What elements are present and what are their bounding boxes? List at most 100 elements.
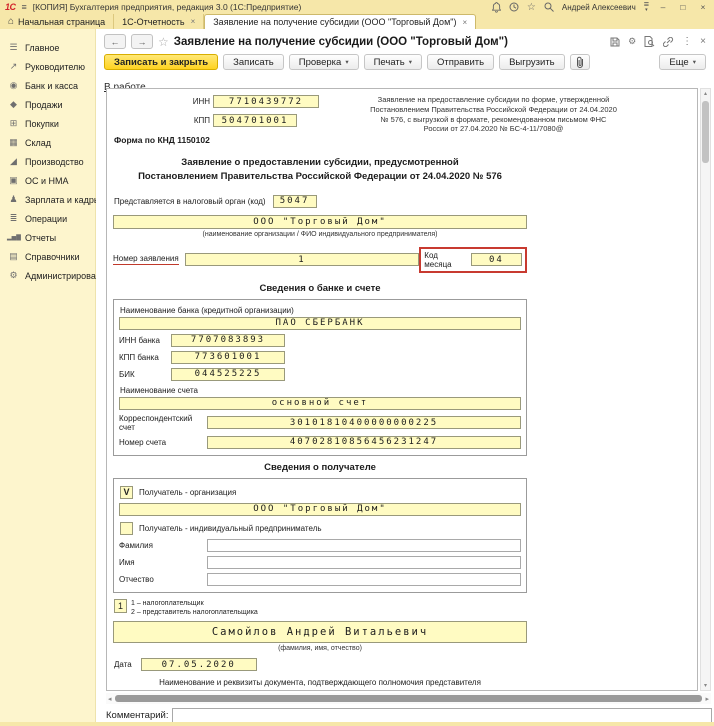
sidebar-item-directories[interactable]: ▤Справочники — [0, 247, 95, 266]
preview-icon[interactable] — [644, 36, 655, 47]
bank-icon: ◉ — [7, 80, 20, 91]
attachments-button[interactable] — [570, 54, 590, 70]
correspondent-account-field[interactable]: 30101810400000000225 — [207, 416, 521, 429]
lastname-field[interactable] — [207, 539, 521, 552]
forward-button[interactable]: → — [131, 34, 153, 49]
service-menu-icon[interactable]: ≡▾ — [644, 1, 649, 13]
save-icon[interactable] — [610, 37, 620, 47]
signer-name-value: Самойлов Андрей Витальевич — [212, 626, 428, 638]
bank-kpp-field[interactable]: 773601001 — [171, 351, 285, 364]
account-name-label: Наименование счета — [120, 386, 521, 395]
back-button[interactable]: ← — [104, 34, 126, 49]
inn-label: ИНН — [113, 97, 213, 106]
scroll-left-icon[interactable]: ◂ — [108, 695, 112, 703]
account-number-field[interactable]: 40702810856456231247 — [207, 436, 521, 449]
representative-document-field[interactable] — [113, 690, 527, 691]
settings-gear-icon[interactable]: ⚙ — [628, 36, 636, 47]
sidebar-item-fixed-assets[interactable]: ▣ОС и НМА — [0, 171, 95, 190]
sidebar-item-bank-cash[interactable]: ◉ Банк и касса — [0, 76, 95, 95]
organization-name-field[interactable]: ООО "Торговый Дом" — [113, 215, 527, 229]
sidebar-item-label: Главное — [25, 43, 59, 53]
print-button[interactable]: Печать▾ — [364, 54, 422, 70]
tab-close-icon[interactable]: × — [462, 18, 467, 27]
sidebar-item-sales[interactable]: ◆Продажи — [0, 95, 95, 114]
bank-name-field[interactable]: ПАО СБЕРБАНК — [119, 317, 521, 330]
close-window-button[interactable]: × — [697, 2, 709, 12]
inn-field[interactable]: 7710439772 — [213, 95, 319, 108]
correspondent-account-label: Корреспондентский счет — [119, 414, 207, 432]
send-label: Отправить — [437, 57, 484, 68]
more-actions-button[interactable]: Еще▾ — [659, 54, 706, 70]
save-button[interactable]: Записать — [223, 54, 284, 70]
notifications-bell-icon[interactable] — [492, 2, 501, 13]
export-button[interactable]: Выгрузить — [499, 54, 565, 70]
middlename-field[interactable] — [207, 573, 521, 586]
account-name-field[interactable]: основной счет — [119, 397, 521, 410]
scroll-up-icon[interactable]: ▴ — [701, 90, 710, 97]
1c-logo: 1С — [5, 2, 16, 12]
tab-1c-reporting[interactable]: 1С-Отчетность × — [114, 14, 204, 29]
check-button[interactable]: Проверка▾ — [289, 54, 359, 70]
sidebar-item-purchases[interactable]: ⊞Покупки — [0, 114, 95, 133]
tab-home[interactable]: ⌂ Начальная страница — [0, 14, 114, 29]
form-toolbar: Записать и закрыть Записать Проверка▾ Пе… — [96, 51, 714, 72]
bank-details-box: Наименование банка (кредитной организаци… — [113, 299, 527, 456]
application-number-value: 1 — [298, 255, 305, 265]
recipient-entrepreneur-checkbox[interactable] — [120, 522, 133, 535]
kpp-field[interactable]: 504701001 — [213, 114, 297, 127]
sidebar-item-manager[interactable]: ↗Руководителю — [0, 57, 95, 76]
sidebar-item-reports[interactable]: ▂▅▇Отчеты — [0, 228, 95, 247]
month-code-field[interactable]: 04 — [471, 253, 522, 266]
paperclip-icon — [576, 56, 584, 68]
bik-field[interactable]: 044525225 — [171, 368, 285, 381]
sidebar-item-operations[interactable]: ≣Операции — [0, 209, 95, 228]
minimize-button[interactable]: – — [657, 2, 669, 12]
scroll-down-icon[interactable]: ▾ — [701, 682, 710, 689]
get-link-icon[interactable] — [663, 37, 674, 47]
vertical-scrollbar[interactable]: ▴ ▾ — [700, 88, 711, 691]
horizontal-scrollbar[interactable]: ◂ ▸ — [106, 693, 711, 704]
tab-close-icon[interactable]: × — [191, 17, 196, 26]
sidebar-item-label: Зарплата и кадры — [25, 195, 100, 205]
close-form-icon[interactable]: × — [700, 36, 706, 47]
sidebar-item-payroll-hr[interactable]: ♟Зарплата и кадры — [0, 190, 95, 209]
favorite-star-icon[interactable]: ☆ — [158, 35, 169, 49]
application-number-field[interactable]: 1 — [185, 253, 420, 266]
sidebar-item-administration[interactable]: ⚙Администрирование — [0, 266, 95, 285]
document-heading: Заявление о предоставлении субсидии, пре… — [113, 156, 527, 185]
recipient-organization-checkbox[interactable]: V — [120, 486, 133, 499]
firstname-field[interactable] — [207, 556, 521, 569]
sidebar-item-main[interactable]: ☰ Главное — [0, 38, 95, 57]
signer-type-field[interactable]: 1 — [114, 599, 127, 613]
sidebar-item-label: Продажи — [25, 100, 63, 110]
tab-subsidy-application[interactable]: Заявление на получение субсидии (ООО "То… — [204, 14, 476, 29]
current-user[interactable]: Андрей Алексеевич — [562, 3, 636, 12]
document-area: ИНН 7710439772 КПП 504701001 Заявление н… — [106, 88, 698, 691]
main-section-icon: ☰ — [7, 42, 20, 53]
more-icon[interactable]: ⋮ — [682, 36, 692, 47]
month-code-group: Код месяца 04 — [419, 247, 527, 273]
signer-name-field[interactable]: Самойлов Андрей Витальевич — [113, 621, 527, 643]
comment-input[interactable] — [172, 708, 712, 723]
send-button[interactable]: Отправить — [427, 54, 494, 70]
sidebar-item-label: Банк и касса — [25, 81, 78, 91]
date-field[interactable]: 07.05.2020 — [141, 658, 257, 671]
signer-type-notes: 1 – налогоплательщик 2 – представитель н… — [131, 599, 258, 618]
recipient-entrepreneur-label: Получатель - индивидуальный предпринимат… — [139, 524, 322, 533]
sidebar-item-warehouse[interactable]: ▦Склад — [0, 133, 95, 152]
sidebar-item-production[interactable]: ◢Производство — [0, 152, 95, 171]
save-and-close-button[interactable]: Записать и закрыть — [104, 54, 218, 70]
search-icon[interactable] — [544, 2, 554, 12]
maximize-button[interactable]: □ — [677, 2, 689, 12]
tax-authority-code-field[interactable]: 5047 — [273, 195, 317, 208]
tab-bar: ⌂ Начальная страница 1С-Отчетность × Зая… — [0, 14, 714, 29]
favorites-star-icon[interactable]: ☆ — [527, 2, 536, 13]
scroll-right-icon[interactable]: ▸ — [705, 695, 709, 703]
horizontal-scroll-thumb[interactable] — [115, 695, 703, 702]
organization-name-caption: (наименование организации / ФИО индивиду… — [113, 231, 527, 238]
main-menu-icon[interactable]: ≡ — [22, 2, 27, 12]
vertical-scroll-thumb[interactable] — [702, 101, 709, 163]
recipient-organization-name-field[interactable]: ООО "Торговый Дом" — [119, 503, 521, 516]
history-icon[interactable] — [509, 2, 519, 12]
bank-inn-field[interactable]: 7707083893 — [171, 334, 285, 347]
